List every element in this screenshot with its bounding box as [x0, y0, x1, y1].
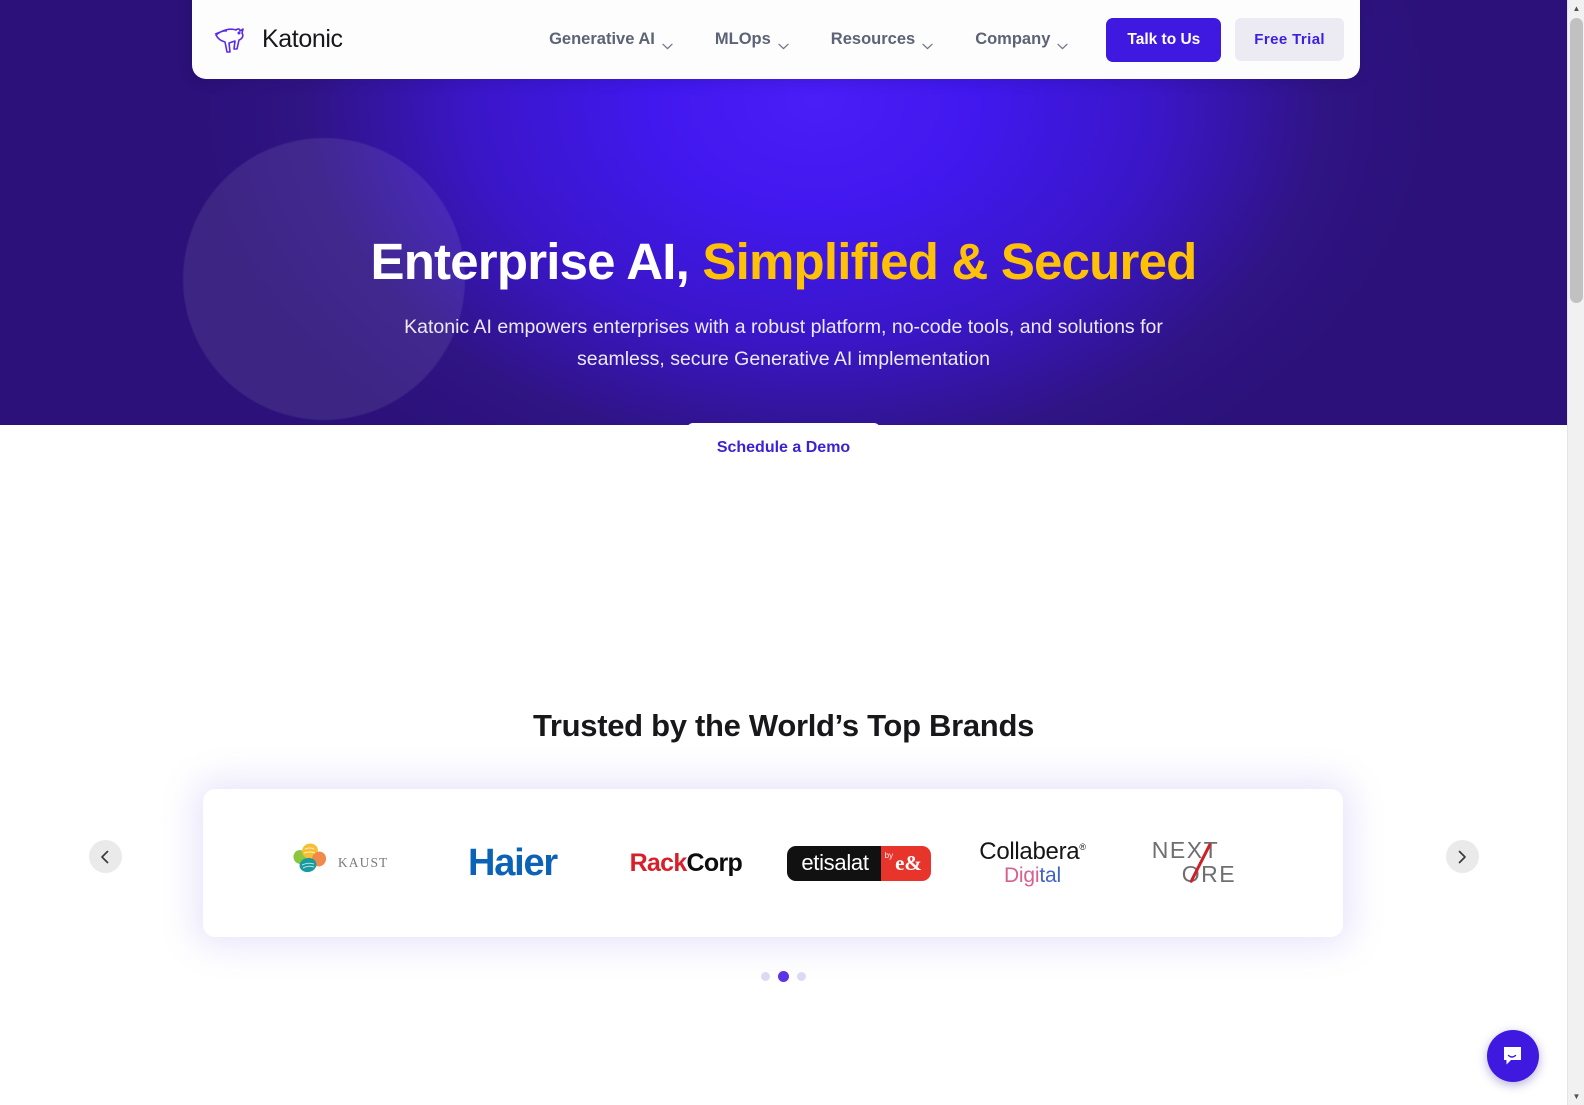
brand-logo-haier: Haier [426, 833, 599, 893]
etisalat-wordmark: etisalat [787, 845, 881, 881]
nav-item-company[interactable]: Company [963, 22, 1080, 57]
nextore-wordmark-a: NEXT [1151, 837, 1220, 863]
browser-viewport: Enterprise AI, Simplified & Secured Kato… [0, 0, 1567, 1105]
page-scrollbar[interactable]: ▲ ▼ [1567, 0, 1584, 1105]
talk-to-us-button[interactable]: Talk to Us [1106, 17, 1222, 62]
carousel-pagination [139, 971, 1429, 982]
site-header: Katonic Generative AI MLOps Resources Co… [192, 0, 1360, 79]
nav-item-resources[interactable]: Resources [819, 22, 945, 57]
chevron-right-icon [1456, 850, 1468, 864]
nav-label: Generative AI [549, 30, 655, 48]
brand-logo-kaust: KAUST [253, 833, 426, 893]
rackcorp-wordmark-a: Rack [629, 848, 688, 877]
chevron-left-icon [99, 850, 111, 864]
chevron-down-icon [922, 36, 933, 50]
kangaroo-logo-icon [212, 25, 258, 55]
nav-label: Company [975, 30, 1051, 48]
registered-mark-icon: ® [1079, 841, 1086, 852]
section-title: Trusted by the World’s Top Brands [532, 708, 1035, 743]
rackcorp-wordmark-b: Corp [686, 848, 743, 877]
collabera-wordmark: Collabera [979, 837, 1080, 865]
carousel-dot-3[interactable] [797, 972, 806, 981]
brand-logo-nextore: NEXT ORE [1119, 833, 1292, 893]
kaust-mark-icon [290, 841, 330, 886]
hero-subtitle: Katonic AI empowers enterprises with a r… [404, 316, 1163, 370]
collabera-digital-a: Digi [1003, 863, 1040, 887]
brand-logo-collabera: Collabera® Digital [946, 833, 1119, 893]
etisalat-by-label: by [884, 850, 894, 860]
free-trial-button[interactable]: Free Trial [1235, 18, 1344, 61]
nextore-wordmark-b: ORE [1181, 861, 1237, 887]
chevron-down-icon [778, 36, 789, 50]
haier-wordmark: Haier [467, 841, 558, 884]
chevron-down-icon [1057, 36, 1069, 50]
brand-carousel: KAUST Haier RackCorp etisalat by e& Coll… [88, 789, 1479, 989]
brand-logo-etisalat: etisalat by e& [772, 833, 945, 893]
chevron-down-icon [662, 36, 673, 50]
nav-label: Resources [830, 30, 916, 48]
nav-label: MLOps [714, 30, 771, 48]
carousel-dot-1[interactable] [761, 972, 770, 981]
scrollbar-up-arrow-icon[interactable]: ▲ [1568, 0, 1584, 17]
brand-logo-track: KAUST Haier RackCorp etisalat by e& Coll… [202, 789, 1343, 937]
hero-title-accent: Simplified & Secured [702, 233, 1197, 290]
kaust-wordmark: KAUST [337, 855, 389, 870]
nav-item-generative-ai[interactable]: Generative AI [537, 22, 685, 57]
main-navigation: Generative AI MLOps Resources Company Ta… [537, 17, 1344, 62]
carousel-dot-2[interactable] [778, 971, 789, 982]
etisalat-eand-mark-icon: by e& [880, 845, 931, 881]
page-title: Enterprise AI, Simplified & Secured [0, 232, 1567, 292]
scrollbar-down-arrow-icon[interactable]: ▼ [1568, 1088, 1584, 1105]
schedule-demo-button[interactable]: Schedule a Demo [686, 423, 881, 474]
hero-title-plain: Enterprise AI, [370, 233, 703, 290]
etisalat-eand-glyph: e& [895, 850, 922, 875]
chat-launcher-button[interactable] [1487, 1030, 1539, 1082]
nav-item-mlops[interactable]: MLOps [703, 22, 801, 57]
collabera-digital-b: tal [1039, 863, 1061, 887]
logo[interactable]: Katonic [212, 20, 343, 60]
trusted-brands-section: Trusted by the World’s Top Brands KAUST … [0, 640, 1567, 1105]
scrollbar-thumb[interactable] [1570, 18, 1583, 303]
chat-bubble-icon [1500, 1043, 1526, 1069]
carousel-prev-button[interactable] [88, 840, 122, 873]
brand-logo-rackcorp: RackCorp [599, 833, 772, 893]
carousel-next-button[interactable] [1445, 840, 1479, 873]
logo-text: Katonic [262, 25, 343, 53]
